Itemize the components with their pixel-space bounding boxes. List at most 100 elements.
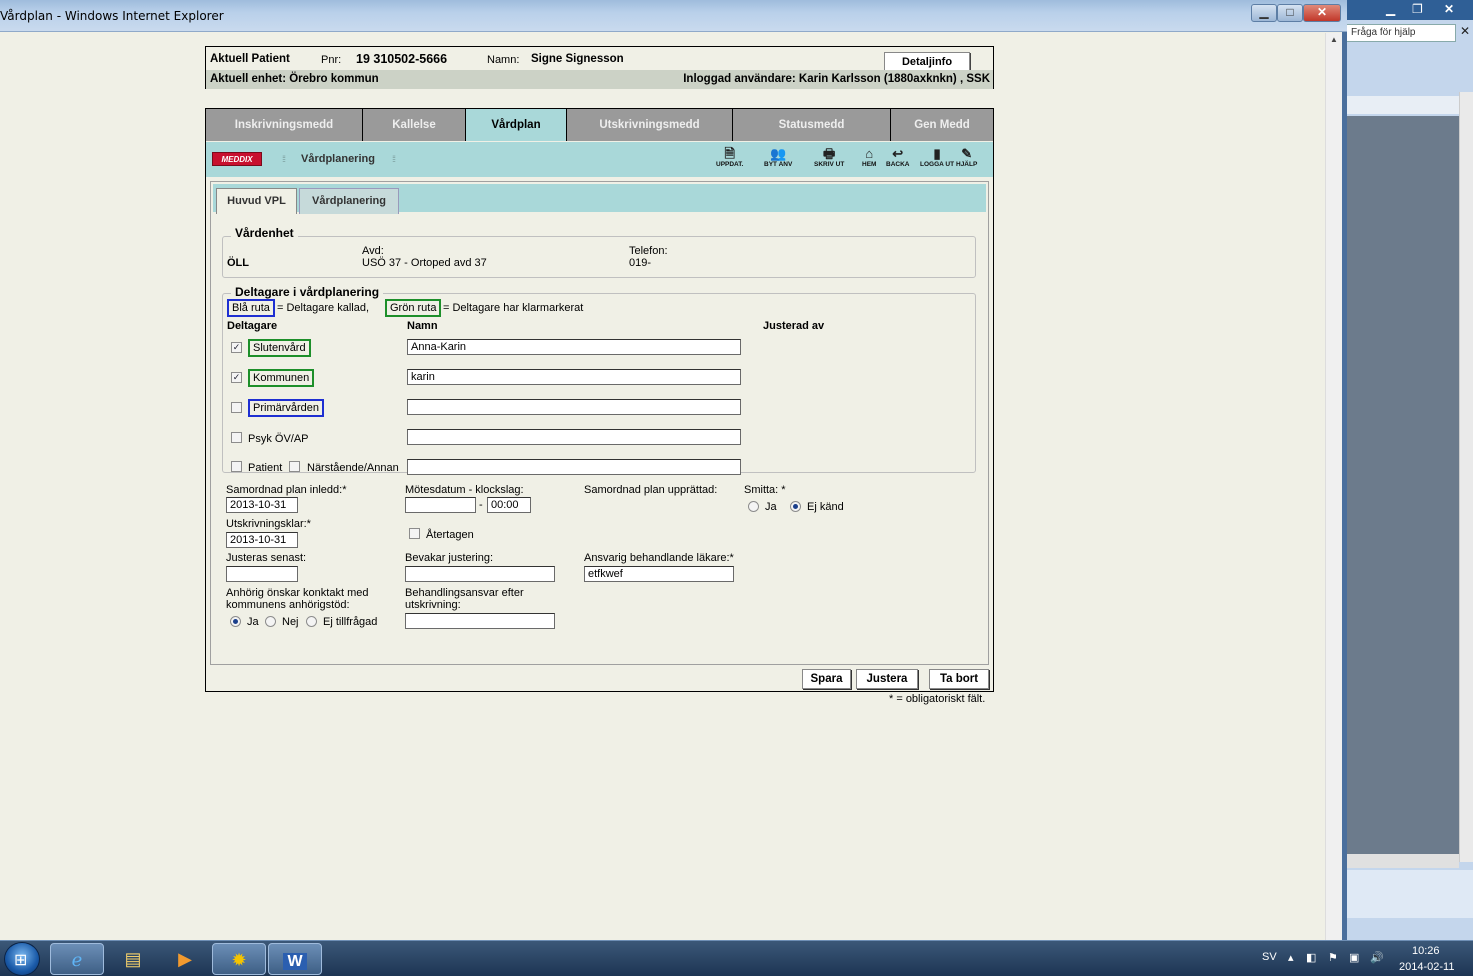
explorer-taskbar-button[interactable]: ▤ [106,943,160,975]
volume-icon[interactable]: 🔊 [1370,951,1384,964]
subtab-huvud-vpl[interactable]: Huvud VPL [216,188,297,214]
switch-user-button[interactable]: 👥 BYT ANV [764,147,793,169]
sub-tabs: Huvud VPL Vårdplanering [213,184,986,214]
pnr-value: 19 310502-5666 [356,52,448,66]
app-tray-icon[interactable]: ◧ [1306,951,1316,964]
close-icon[interactable]: ✕ [1460,24,1470,38]
anhorig-ej-radio[interactable] [306,616,317,627]
smitta-ej-kand-label: Ej känd [807,501,844,513]
telefon-value: 019- [629,257,652,269]
pnr-label: Pnr: [321,54,342,66]
klockslag-input[interactable]: 00:00 [487,497,531,513]
vertical-scrollbar[interactable]: ▲ [1325,33,1342,940]
tab-vardplan[interactable]: Vårdplan [466,109,567,141]
tab-gen-medd[interactable]: Gen Medd [891,109,993,141]
anhorig-nej-radio[interactable] [265,616,276,627]
background-bottom-area [1346,870,1473,918]
anhorig-ej-label: Ej tillfrågad [323,616,378,628]
atertagen-checkbox[interactable] [409,528,420,539]
start-button[interactable]: ⊞ [4,942,40,976]
maximize-button[interactable]: □ [1277,4,1303,22]
justera-button[interactable]: Justera [856,669,918,689]
tab-utskrivningsmedd[interactable]: Utskrivningsmedd [567,109,733,141]
main-tabs: Inskrivningsmedd Kallelse Vårdplan Utskr… [206,109,993,141]
minimize-icon[interactable]: ▁ [1386,2,1395,16]
primarvarden-label: Primärvården [248,399,325,417]
background-hscrollbar[interactable] [1346,854,1459,868]
slutenvard-name-input[interactable]: Anna-Karin [407,339,741,355]
flag-icon[interactable]: ⚑ [1328,951,1338,964]
bevakar-input[interactable] [405,566,555,582]
psyk-name-input[interactable] [407,429,741,445]
subtab-vardplanering[interactable]: Vårdplanering [299,188,399,214]
kommunen-checkbox[interactable]: ✓ [231,372,242,383]
slutenvard-label: Slutenvård [248,339,311,357]
patient-header: Aktuell Patient Pnr: 19 310502-5666 Namn… [205,46,994,89]
anhorig-label-1: Anhörig önskar konktakt med [226,587,369,599]
narstaende-checkbox[interactable] [289,461,300,472]
language-indicator[interactable]: SV [1262,951,1277,963]
refresh-button[interactable]: 🗎 UPPDAT. [716,147,743,169]
ansvarig-input[interactable]: etfkwef [584,566,734,582]
patient-checkbox[interactable] [231,461,242,472]
patient-name-input[interactable] [407,459,741,475]
home-button[interactable]: ⌂ HEM [862,147,876,169]
help-search-input[interactable]: Fråga för hjälp [1346,24,1456,42]
minimize-button[interactable]: ▁ [1251,4,1277,22]
tab-kallelse[interactable]: Kallelse [363,109,466,141]
narstaende-label: Närstående/Annan [307,462,399,474]
smitta-ej-kand-radio[interactable] [790,501,801,512]
smitta-ja-radio[interactable] [748,501,759,512]
samordnad-inledd-input[interactable]: 2013-10-31 [226,497,298,513]
ie-taskbar-button[interactable]: ℯ [50,943,104,975]
utskrivningsklar-input[interactable]: 2013-10-31 [226,532,298,548]
back-button[interactable]: ↩ BACKA [886,147,909,169]
restore-icon[interactable]: ❐ [1412,2,1423,16]
primarvarden-checkbox[interactable] [231,402,242,413]
motesdatum-input[interactable] [405,497,476,513]
print-button[interactable]: 🖶 SKRIV UT [814,147,844,169]
justeras-senast-input[interactable] [226,566,298,582]
samordnad-inledd-label: Samordnad plan inledd:* [226,484,347,496]
kommunen-name-input[interactable]: karin [407,369,741,385]
background-scrollbar[interactable] [1459,92,1473,862]
show-hidden-icons-icon[interactable]: ▴ [1288,951,1294,964]
motesdatum-label: Mötesdatum - klockslag: [405,484,524,496]
close-button[interactable]: ✕ [1303,4,1341,22]
vardenhet-group: Vårdenhet ÖLL Avd: USÖ 37 - Ortoped avd … [222,226,976,278]
network-icon[interactable]: ▣ [1349,951,1359,964]
detaljinfo-button[interactable]: Detaljinfo [884,52,970,72]
clock-date[interactable]: 2014-02-11 [1399,961,1454,973]
tab-inskrivningsmedd[interactable]: Inskrivningsmedd [206,109,363,141]
grip-icon: ⁞⁞ [392,154,396,164]
smitta-label: Smitta: * [744,484,786,496]
help-icon: ✎ [961,146,973,161]
word-taskbar-button[interactable]: W [268,943,322,975]
spara-button[interactable]: Spara [802,669,851,689]
window-titlebar: Vårdplan - Windows Internet Explorer ▁ □… [0,0,1347,32]
main-panel: Huvud VPL Vårdplanering Vårdenhet ÖLL Av… [210,181,989,665]
logout-button[interactable]: ▮ LOGGA UT [920,147,954,169]
media-player-taskbar-button[interactable]: ▶ [158,943,212,975]
switch-user-label: BYT ANV [764,161,793,168]
utskrivningsklar-label: Utskrivningsklar:* [226,518,311,530]
primarvarden-name-input[interactable] [407,399,741,415]
avd-label: Avd: [362,245,384,257]
anhorig-ja-radio[interactable] [230,616,241,627]
behandlingsansvar-input[interactable] [405,613,555,629]
sunflower-taskbar-button[interactable]: ✹ [212,943,266,975]
ta-bort-button[interactable]: Ta bort [929,669,989,689]
current-patient-label: Aktuell Patient [210,53,290,65]
current-unit: Aktuell enhet: Örebro kommun [210,73,379,85]
close-icon[interactable]: ✕ [1444,2,1454,16]
anhorig-ja-label: Ja [247,616,259,628]
scroll-up-icon[interactable]: ▲ [1330,35,1338,44]
slutenvard-checkbox[interactable]: ✓ [231,342,242,353]
legend-green-box: Grön ruta [385,299,442,317]
help-button[interactable]: ✎ HJÄLP [956,146,977,169]
clock-time[interactable]: 10:26 [1412,945,1440,957]
col-justerad: Justerad av [763,320,825,332]
psyk-checkbox[interactable] [231,432,242,443]
vardenhet-legend: Vårdenhet [231,226,298,240]
tab-statusmedd[interactable]: Statusmedd [733,109,891,141]
